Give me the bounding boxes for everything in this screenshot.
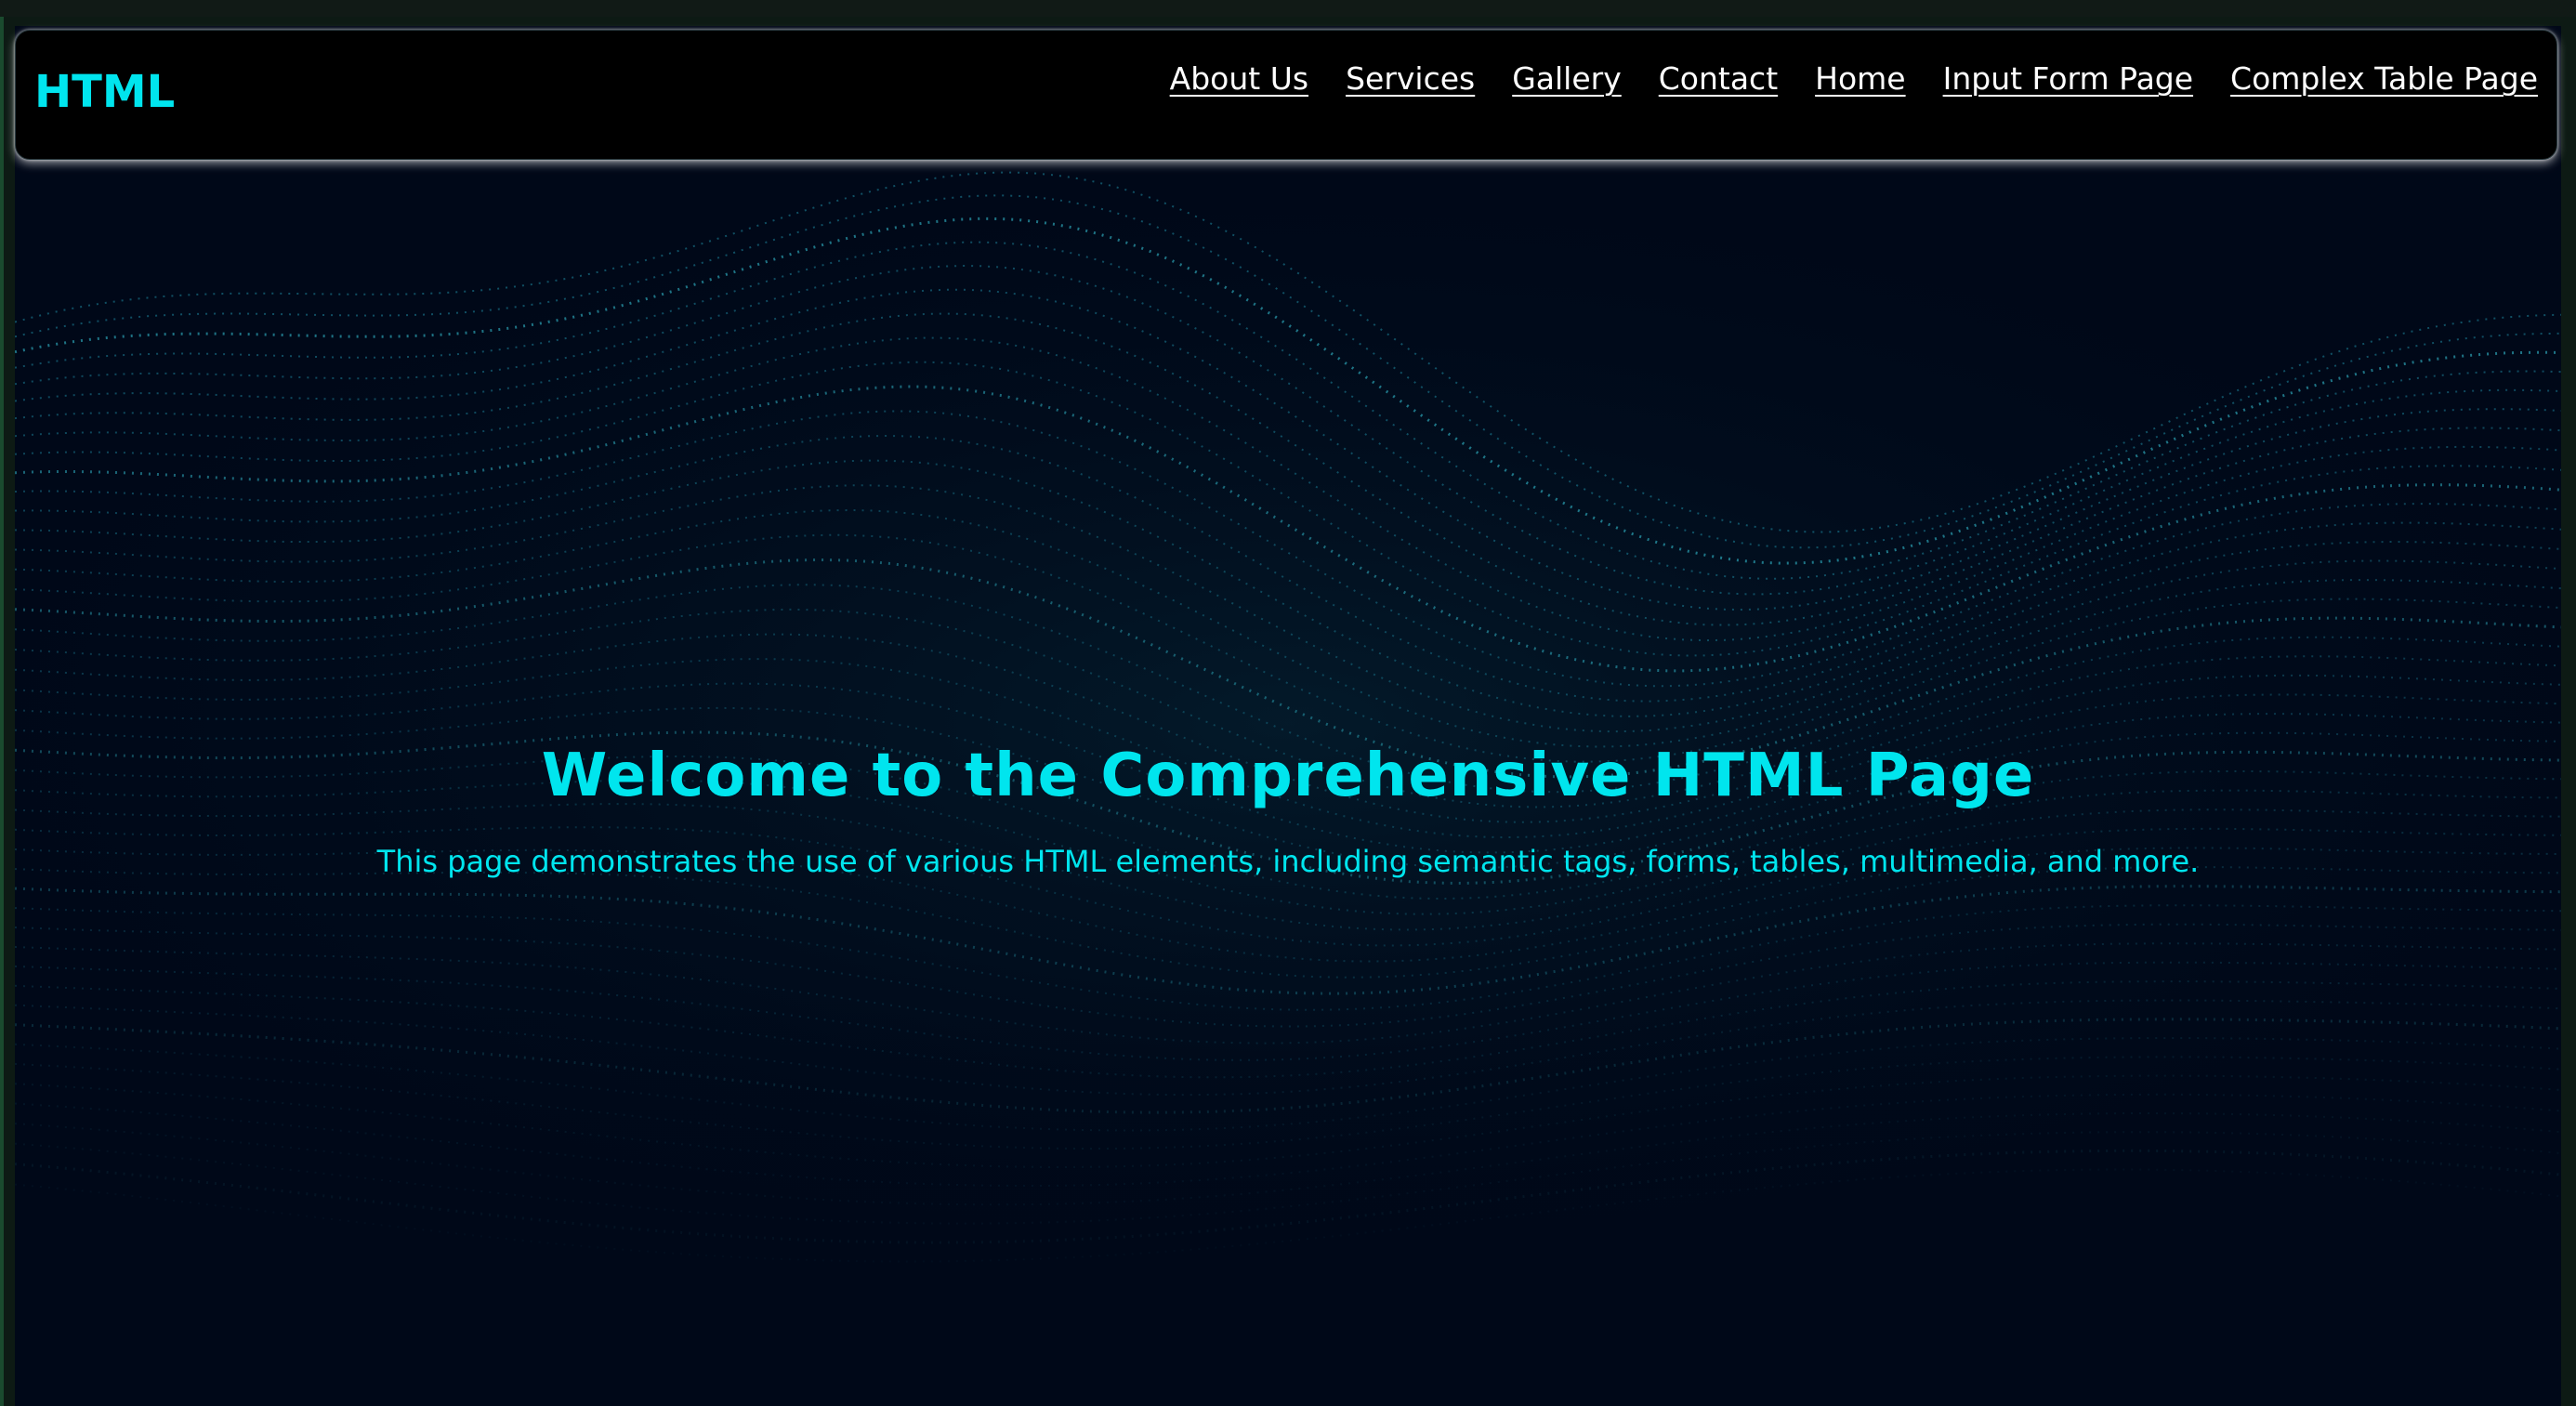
hero-section: Welcome to the Comprehensive HTML Page T… <box>15 26 2561 1406</box>
nav-item-input-form-page: Input Form Page <box>1943 60 2193 97</box>
nav-links: About Us Services Gallery Contact Home I… <box>1170 60 2538 97</box>
nav-link-complex-table-page[interactable]: Complex Table Page <box>2230 60 2538 97</box>
nav-link-home[interactable]: Home <box>1815 60 1905 97</box>
nav-item-gallery: Gallery <box>1512 60 1622 97</box>
nav-item-home: Home <box>1815 60 1905 97</box>
brand-logo[interactable]: HTML <box>34 70 175 114</box>
nav-item-contact: Contact <box>1659 60 1778 97</box>
nav-link-contact[interactable]: Contact <box>1659 60 1778 97</box>
nav-item-about-us: About Us <box>1170 60 1308 97</box>
nav-link-about-us[interactable]: About Us <box>1170 60 1308 97</box>
nav-link-gallery[interactable]: Gallery <box>1512 60 1622 97</box>
nav-link-input-form-page[interactable]: Input Form Page <box>1943 60 2193 97</box>
nav-item-services: Services <box>1346 60 1475 97</box>
nav-item-complex-table-page: Complex Table Page <box>2230 60 2538 97</box>
top-strip <box>0 0 2576 17</box>
particle-wave-background <box>15 26 2561 1406</box>
page: Welcome to the Comprehensive HTML Page T… <box>0 0 2576 1406</box>
navbar: HTML About Us Services Gallery Contact H… <box>15 30 2557 160</box>
hero-text: Welcome to the Comprehensive HTML Page T… <box>15 742 2561 879</box>
hero-subtitle: This page demonstrates the use of variou… <box>376 844 2200 879</box>
hero-title: Welcome to the Comprehensive HTML Page <box>541 742 2035 810</box>
nav-link-services[interactable]: Services <box>1346 60 1475 97</box>
left-edge <box>0 17 4 1406</box>
